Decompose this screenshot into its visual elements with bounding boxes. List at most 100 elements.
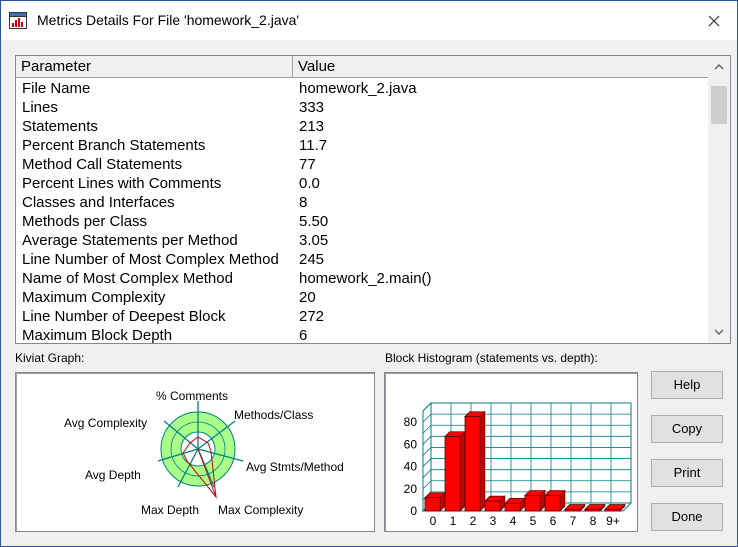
x-tick-label: 8 [590, 514, 597, 528]
x-tick-label: 9+ [606, 514, 620, 528]
parameter-cell: Methods per Class [22, 213, 148, 230]
histogram-bar [604, 508, 621, 512]
column-header-parameter[interactable]: Parameter [16, 56, 293, 77]
help-button[interactable]: Help [651, 371, 723, 399]
histogram-bar [464, 416, 481, 512]
parameter-cell: Statements [22, 118, 98, 135]
parameter-cell: Method Call Statements [22, 156, 183, 173]
grid-line-depth [422, 424, 432, 434]
histogram-bar [584, 508, 601, 512]
kiviat-label-max-depth: Max Depth [141, 503, 199, 517]
grid-line-depth [422, 413, 432, 423]
x-tick-label: 6 [550, 514, 557, 528]
value-cell: 3.05 [299, 232, 329, 249]
parameter-cell: Line Number of Most Complex Method [22, 251, 279, 268]
kiviat-graph: % Comments Methods/Class Avg Stmts/Metho… [15, 372, 375, 532]
table-row[interactable]: Line Number of Deepest Block 272 [16, 307, 708, 326]
print-button[interactable]: Print [651, 459, 723, 487]
x-tick-label: 1 [450, 514, 457, 528]
histogram-bar [484, 500, 501, 512]
table-row[interactable]: Average Statements per Method 3.05 [16, 231, 708, 250]
table-row[interactable]: Methods per Class 5.50 [16, 212, 708, 231]
histogram-label: Block Histogram (statements vs. depth): [385, 351, 598, 365]
kiviat-label-avg-complexity: Avg Complexity [64, 416, 147, 430]
copy-button[interactable]: Copy [651, 415, 723, 443]
x-tick-label: 4 [510, 514, 517, 528]
table-row[interactable]: File Name homework_2.java [16, 79, 708, 98]
y-tick-label: 40 [404, 460, 418, 474]
parameter-cell: Line Number of Deepest Block [22, 308, 226, 325]
grid-line-depth [422, 469, 432, 478]
table-row[interactable]: Classes and Interfaces 8 [16, 193, 708, 212]
value-cell: 333 [299, 99, 325, 116]
grid-line-depth [422, 480, 432, 490]
chevron-up-icon [714, 64, 724, 70]
scroll-thumb[interactable] [711, 86, 727, 124]
column-header-value[interactable]: Value [293, 56, 708, 77]
kiviat-label-methods-class: Methods/Class [234, 408, 313, 422]
table-row[interactable]: Lines 333 [16, 98, 708, 117]
table-rows: File Name homework_2.java Lines 333 Statemen… [16, 79, 708, 344]
close-button[interactable] [691, 1, 737, 40]
table-row[interactable]: Line Number of Most Complex Method 245 [16, 250, 708, 269]
parameter-cell: Name of Most Complex Method [22, 270, 233, 287]
table-row[interactable]: Maximum Block Depth 6 [16, 326, 708, 344]
histogram-bar [504, 502, 521, 512]
value-cell: 5.50 [299, 213, 329, 230]
bar-side [479, 410, 486, 512]
title-bar: Metrics Details For File 'homework_2.jav… [0, 0, 738, 40]
y-tick-label: 0 [410, 504, 417, 518]
value-cell: 20 [299, 289, 316, 306]
done-button[interactable]: Done [651, 503, 723, 531]
table-row[interactable]: Maximum Complexity 20 [16, 288, 708, 307]
histogram-bar [444, 436, 461, 512]
parameter-cell: Maximum Complexity [22, 289, 166, 306]
kiviat-label-comments: % Comments [156, 389, 228, 403]
value-cell: 6 [299, 327, 308, 344]
x-tick-label: 0 [430, 514, 437, 528]
table-row[interactable]: Statements 213 [16, 117, 708, 136]
histogram-bar [564, 508, 581, 512]
kiviat-graph-label: Kiviat Graph: [15, 351, 85, 365]
value-cell: 213 [299, 118, 325, 135]
value-cell: 0.0 [299, 175, 320, 192]
kiviat-label-max-complexity: Max Complexity [218, 503, 303, 517]
value-cell: 11.7 [299, 137, 328, 154]
x-tick-label: 3 [490, 514, 497, 528]
table-row[interactable]: Name of Most Complex Method homework_2.ma… [16, 269, 708, 288]
value-cell: 77 [299, 156, 316, 173]
parameter-cell: Lines [22, 99, 58, 116]
x-tick-label: 7 [570, 514, 577, 528]
value-cell: 272 [299, 308, 325, 325]
value-cell: 245 [299, 251, 325, 268]
table-row[interactable]: Method Call Statements 77 [16, 155, 708, 174]
metrics-table[interactable]: Parameter Value File Name homework_2.java… [15, 55, 731, 344]
scroll-up-button[interactable] [708, 56, 730, 78]
histogram-chart: 0204060800 1 2 3 4 5 6 7 8 9+ [404, 401, 633, 528]
grid-line-depth [422, 458, 432, 467]
histogram-bar [524, 495, 541, 512]
y-tick-label: 60 [404, 437, 418, 451]
value-cell: homework_2.main() [299, 270, 432, 287]
dialog-body: Parameter Value File Name homework_2.java… [0, 40, 738, 547]
kiviat-label-avg-stmts: Avg Stmts/Method [246, 460, 344, 474]
grid-line-depth [422, 436, 432, 445]
table-row[interactable]: Percent Lines with Comments 0.0 [16, 174, 708, 193]
app-icon [9, 12, 27, 29]
window-title: Metrics Details For File 'homework_2.jav… [37, 12, 300, 28]
parameter-cell: File Name [22, 80, 91, 97]
table-scrollbar[interactable] [708, 56, 730, 343]
parameter-cell: Percent Branch Statements [22, 137, 206, 154]
parameter-cell: Maximum Block Depth [22, 327, 173, 344]
bar-side [459, 430, 466, 512]
table-row[interactable]: Percent Branch Statements 11.7 [16, 136, 708, 155]
block-histogram: 0 20 40 60 80 0 1 2 3 4 5 6 7 8 9+ [384, 372, 638, 532]
kiviat-label-avg-depth: Avg Depth [85, 468, 141, 482]
parameter-cell: Average Statements per Method [22, 232, 238, 249]
scroll-down-button[interactable] [708, 321, 730, 343]
x-tick-label: 2 [470, 514, 477, 528]
grid-line-depth [422, 447, 432, 456]
value-cell: homework_2.java [299, 80, 417, 97]
close-icon [708, 15, 720, 26]
grid-line-depth [422, 402, 432, 412]
